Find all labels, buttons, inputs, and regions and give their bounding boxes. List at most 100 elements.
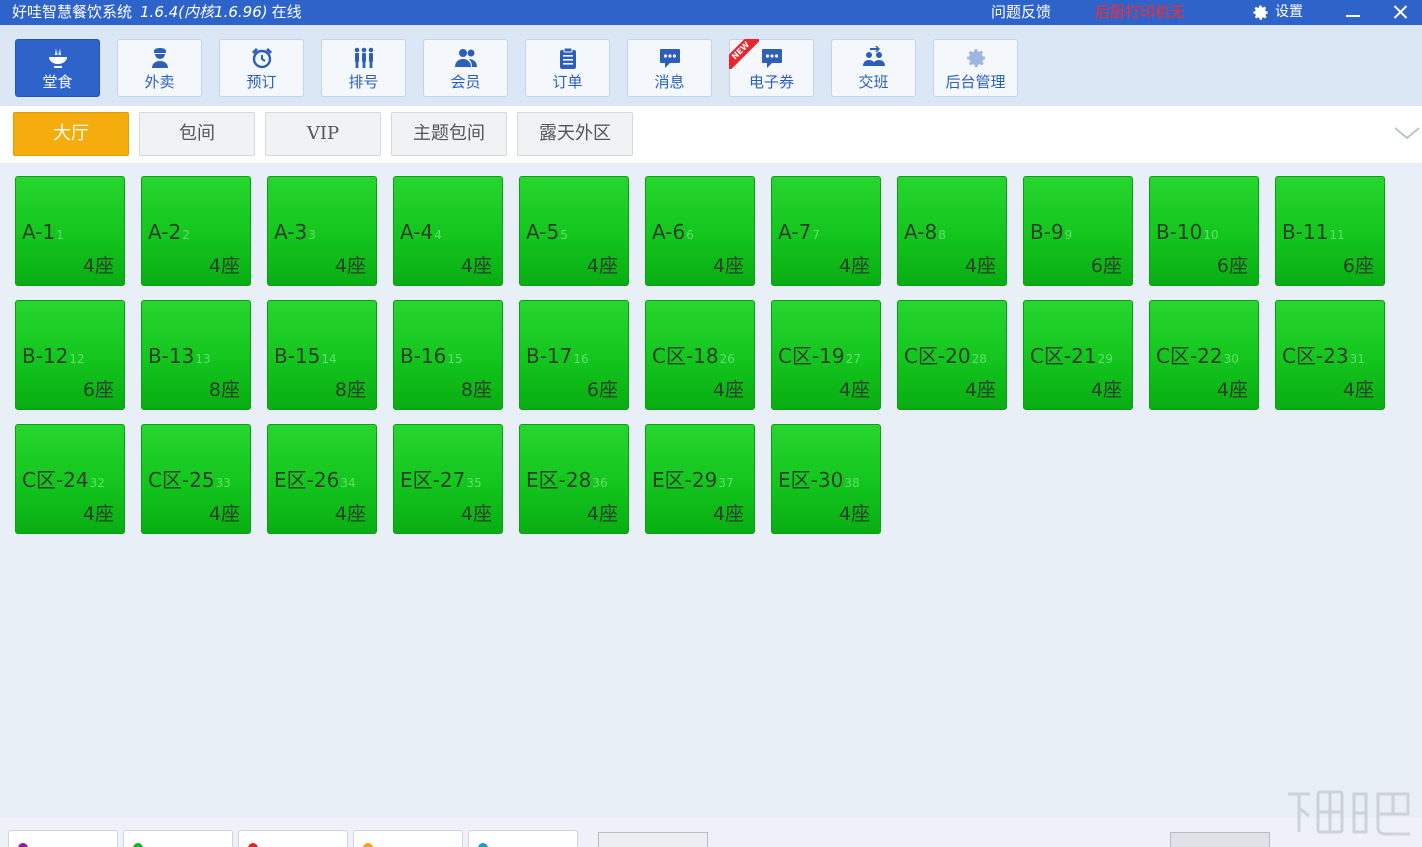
table-card[interactable]: C区-2230 4座 bbox=[1149, 300, 1259, 410]
tool-orders[interactable]: 订单 bbox=[525, 39, 610, 97]
tool-dine-in[interactable]: 堂食 bbox=[15, 39, 100, 97]
table-card[interactable]: B-1615 8座 bbox=[393, 300, 503, 410]
table-seats: 4座 bbox=[82, 503, 114, 525]
table-name-text: E区-27 bbox=[400, 468, 466, 492]
table-name-text: B-16 bbox=[400, 344, 447, 368]
area-tab-vip[interactable]: VIP bbox=[265, 112, 381, 156]
main-toolbar: 堂食 外卖 预订 排号 会员 订单 消息 NEW 电子券 交班 后台管理 bbox=[0, 25, 1422, 106]
table-card[interactable]: E区-3038 4座 bbox=[771, 424, 881, 534]
area-tab-theme-room[interactable]: 主题包间 bbox=[391, 112, 507, 156]
table-card[interactable]: E区-2937 4座 bbox=[645, 424, 755, 534]
table-seats: 8座 bbox=[334, 379, 366, 401]
table-seats: 4座 bbox=[712, 379, 744, 401]
status-legend-item[interactable] bbox=[8, 830, 118, 847]
table-card[interactable]: B-1010 6座 bbox=[1149, 176, 1259, 286]
table-name: C区-2028 bbox=[904, 343, 987, 372]
status-dot bbox=[363, 843, 373, 847]
table-name: B-1010 bbox=[1156, 219, 1219, 248]
table-seats: 4座 bbox=[208, 255, 240, 277]
table-number: 31 bbox=[1349, 352, 1365, 366]
table-card[interactable]: A-44 4座 bbox=[393, 176, 503, 286]
table-number: 30 bbox=[1223, 352, 1239, 366]
table-name: A-11 bbox=[22, 219, 64, 248]
table-card[interactable]: E区-2735 4座 bbox=[393, 424, 503, 534]
table-card[interactable]: C区-2432 4座 bbox=[15, 424, 125, 534]
table-card[interactable]: B-1313 8座 bbox=[141, 300, 251, 410]
table-seats: 6座 bbox=[1342, 255, 1374, 277]
table-name-text: B-15 bbox=[274, 344, 321, 368]
table-number: 2 bbox=[182, 228, 190, 242]
table-seats: 6座 bbox=[1090, 255, 1122, 277]
table-number: 37 bbox=[718, 476, 734, 490]
table-name: E区-2735 bbox=[400, 467, 482, 496]
close-button[interactable] bbox=[1384, 0, 1416, 25]
tool-delivery[interactable]: 外卖 bbox=[117, 39, 202, 97]
table-card[interactable]: E区-2836 4座 bbox=[519, 424, 629, 534]
table-seats: 4座 bbox=[712, 503, 744, 525]
status-legend-item[interactable] bbox=[468, 830, 578, 847]
table-name: A-33 bbox=[274, 219, 316, 248]
table-card[interactable]: C区-2028 4座 bbox=[897, 300, 1007, 410]
table-card[interactable]: A-66 4座 bbox=[645, 176, 755, 286]
alarm-clock-icon bbox=[251, 48, 272, 69]
table-card[interactable]: C区-1927 4座 bbox=[771, 300, 881, 410]
table-card[interactable]: A-88 4座 bbox=[897, 176, 1007, 286]
status-dot bbox=[133, 843, 143, 847]
tool-e-coupon[interactable]: NEW 电子券 bbox=[729, 39, 814, 97]
table-card[interactable]: E区-2634 4座 bbox=[267, 424, 377, 534]
settings-label: 设置 bbox=[1275, 4, 1303, 20]
area-tab-hall[interactable]: 大厅 bbox=[13, 112, 129, 156]
tool-admin[interactable]: 后台管理 bbox=[933, 39, 1018, 97]
table-number: 10 bbox=[1203, 228, 1219, 242]
table-card[interactable]: C区-1826 4座 bbox=[645, 300, 755, 410]
table-card[interactable]: C区-2331 4座 bbox=[1275, 300, 1385, 410]
table-name-text: C区-19 bbox=[778, 344, 845, 368]
table-name: A-55 bbox=[526, 219, 568, 248]
minimize-button[interactable] bbox=[1338, 0, 1368, 25]
table-number: 13 bbox=[195, 352, 211, 366]
tool-members[interactable]: 会员 bbox=[423, 39, 508, 97]
table-card[interactable]: B-99 6座 bbox=[1023, 176, 1133, 286]
table-seats: 4座 bbox=[586, 255, 618, 277]
table-number: 34 bbox=[340, 476, 356, 490]
status-legend-item[interactable] bbox=[353, 830, 463, 847]
bottom-action-button[interactable] bbox=[1170, 832, 1270, 847]
table-card[interactable]: C区-2129 4座 bbox=[1023, 300, 1133, 410]
table-card[interactable]: A-22 4座 bbox=[141, 176, 251, 286]
table-seats: 4座 bbox=[334, 255, 366, 277]
table-card[interactable]: A-55 4座 bbox=[519, 176, 629, 286]
tool-shift-change[interactable]: 交班 bbox=[831, 39, 916, 97]
tool-messages[interactable]: 消息 bbox=[627, 39, 712, 97]
tool-reservation[interactable]: 预订 bbox=[219, 39, 304, 97]
status-legend-item[interactable] bbox=[123, 830, 233, 847]
table-name-text: E区-29 bbox=[652, 468, 718, 492]
table-card[interactable]: B-1212 6座 bbox=[15, 300, 125, 410]
status-legend-item[interactable] bbox=[238, 830, 348, 847]
table-name-text: B-10 bbox=[1156, 220, 1203, 244]
table-card[interactable]: B-1716 6座 bbox=[519, 300, 629, 410]
feedback-link[interactable]: 问题反馈 bbox=[991, 2, 1051, 22]
settings-button[interactable]: 设置 bbox=[1251, 2, 1303, 22]
table-card[interactable]: A-77 4座 bbox=[771, 176, 881, 286]
table-card[interactable]: A-11 4座 bbox=[15, 176, 125, 286]
table-card[interactable]: C区-2533 4座 bbox=[141, 424, 251, 534]
gear-icon bbox=[1253, 4, 1269, 20]
table-card[interactable]: B-1111 6座 bbox=[1275, 176, 1385, 286]
table-number: 11 bbox=[1329, 228, 1345, 242]
area-tab-private-room[interactable]: 包间 bbox=[139, 112, 255, 156]
bottom-action-button[interactable] bbox=[598, 832, 708, 847]
area-tab-outdoor[interactable]: 露天外区 bbox=[517, 112, 633, 156]
table-seats: 4座 bbox=[964, 379, 996, 401]
printer-status: 后厨打印机无 bbox=[1095, 3, 1186, 21]
table-name-text: A-6 bbox=[652, 220, 686, 244]
app-name: 好哇智慧餐饮系统 bbox=[12, 3, 133, 21]
tool-label: 后台管理 bbox=[945, 73, 1006, 91]
status-dot bbox=[248, 843, 258, 847]
tool-queue[interactable]: 排号 bbox=[321, 39, 406, 97]
table-name-text: C区-21 bbox=[1030, 344, 1097, 368]
table-card[interactable]: A-33 4座 bbox=[267, 176, 377, 286]
table-name: E区-3038 bbox=[778, 467, 860, 496]
chevron-down-icon[interactable] bbox=[1392, 120, 1422, 146]
table-card[interactable]: B-1514 8座 bbox=[267, 300, 377, 410]
table-name-text: B-11 bbox=[1282, 220, 1329, 244]
